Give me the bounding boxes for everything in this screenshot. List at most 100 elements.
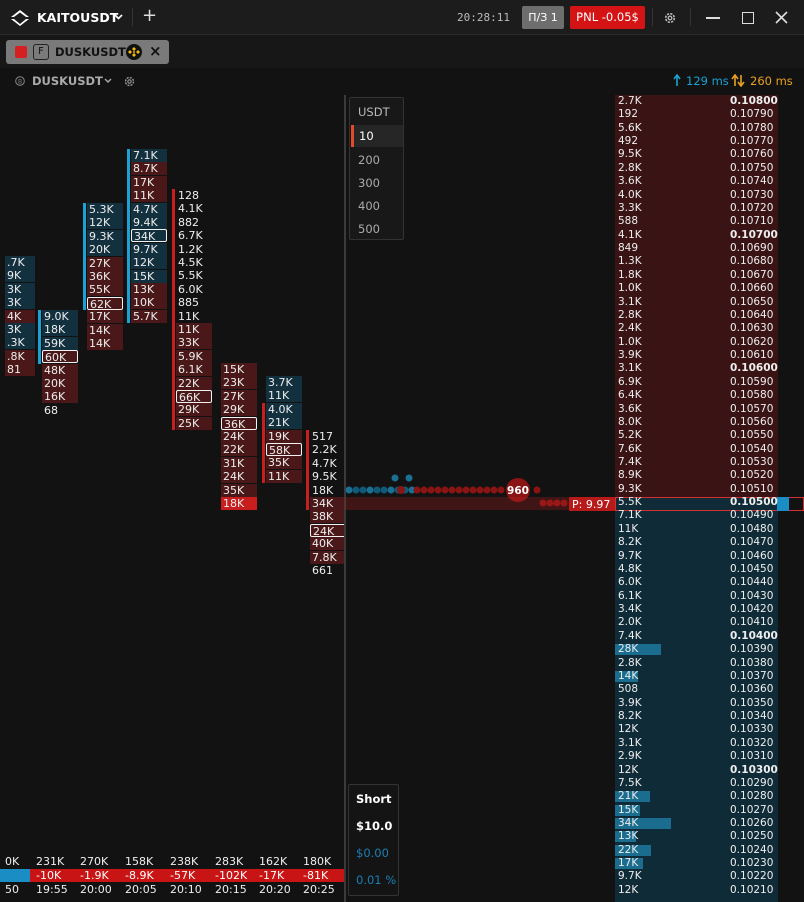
book-size: 3.6K — [618, 175, 642, 188]
tab-duskusdt[interactable]: F DUSKUSDT × — [6, 40, 169, 64]
book-row[interactable]: 14K 0.10370 — [615, 670, 804, 683]
book-row[interactable]: 13K 0.10250 — [615, 830, 804, 843]
cluster-cell: 9.7K — [131, 242, 167, 256]
book-row[interactable]: 2.8K 0.10750 — [615, 162, 804, 175]
book-row[interactable]: 28K 0.10390 — [615, 643, 804, 656]
filter-option-selected[interactable]: 10 — [351, 125, 403, 147]
book-row[interactable]: 849 0.10690 — [615, 242, 804, 255]
cluster-cell: 4.7K — [131, 202, 167, 216]
order-panel[interactable]: Short $10.0 $0.00 0.01 % — [348, 784, 399, 896]
book-row[interactable]: 7.5K 0.10290 — [615, 777, 804, 790]
arrows-updown-icon — [731, 74, 745, 87]
book-size: 5.6K — [618, 121, 642, 134]
book-row[interactable]: 7.4K 0.10530 — [615, 456, 804, 469]
latency-up: 129 ms — [686, 74, 729, 88]
book-row[interactable]: 8.2K 0.10340 — [615, 710, 804, 723]
book-row[interactable]: 22K 0.10240 — [615, 844, 804, 857]
book-row[interactable]: 34K 0.10260 — [615, 817, 804, 830]
filter-option[interactable]: 400 — [358, 199, 380, 213]
book-row[interactable]: 492 0.10770 — [615, 135, 804, 148]
book-row[interactable]: 15K 0.10270 — [615, 804, 804, 817]
book-row[interactable]: 3.1K 0.10320 — [615, 737, 804, 750]
book-row[interactable]: 12K 0.10210 — [615, 884, 804, 897]
book-row[interactable]: 7.4K 0.10400 — [615, 630, 804, 643]
filter-option[interactable]: 500 — [358, 222, 380, 236]
book-price: 0.10290 — [730, 776, 774, 789]
book-row[interactable]: 6.4K 0.10580 — [615, 389, 804, 402]
position-mode-button[interactable]: П/З 1 — [522, 6, 564, 29]
book-row[interactable]: 2.8K 0.10640 — [615, 309, 804, 322]
book-row[interactable]: 8.2K 0.10470 — [615, 536, 804, 549]
book-row[interactable]: 7.6K 0.10540 — [615, 443, 804, 456]
book-row[interactable]: 7.1K 0.10490 — [615, 509, 804, 522]
volume-row: 0K 231K 270K 158K 238K 283K 162K 180K — [0, 855, 345, 868]
tab-close-button[interactable]: × — [149, 42, 162, 60]
trade-filter-dropdown[interactable]: USDT 10 200 300 400 500 — [349, 97, 404, 240]
book-row[interactable]: 3.9K 0.10610 — [615, 349, 804, 362]
book-row[interactable]: 6.0K 0.10440 — [615, 576, 804, 589]
book-row[interactable]: 3.9K 0.10350 — [615, 697, 804, 710]
book-row[interactable]: 8.9K 0.10520 — [615, 469, 804, 482]
book-price: 0.10640 — [730, 308, 774, 321]
book-row[interactable]: 9.3K 0.10510 — [615, 483, 804, 496]
book-row[interactable]: 4.8K 0.10450 — [615, 563, 804, 576]
book-row[interactable]: 3.1K 0.10600 — [615, 362, 804, 375]
book-row[interactable]: 9.5K 0.10760 — [615, 148, 804, 161]
book-price: 0.10590 — [730, 375, 774, 388]
book-row[interactable]: 2.7K 0.10800 — [615, 95, 804, 108]
book-row[interactable]: 192 0.10790 — [615, 108, 804, 121]
book-row[interactable]: 3.6K 0.10570 — [615, 403, 804, 416]
book-size: 2.4K — [618, 322, 642, 335]
symbol-selector[interactable]: KAITOUSDT — [37, 10, 118, 25]
book-row[interactable]: 2.0K 0.10410 — [615, 616, 804, 629]
chevron-down-icon[interactable] — [114, 14, 123, 20]
book-row[interactable]: 1.0K 0.10620 — [615, 336, 804, 349]
gear-icon[interactable] — [663, 11, 677, 25]
book-row[interactable]: 508 0.10360 — [615, 683, 804, 696]
instrument-selector[interactable]: DUSKUSDT — [32, 74, 103, 88]
settings-gear-icon[interactable] — [123, 75, 136, 88]
maximize-icon[interactable] — [742, 12, 754, 24]
minimize-icon[interactable] — [706, 17, 720, 19]
book-row[interactable]: 3.3K 0.10720 — [615, 202, 804, 215]
cluster-cell: 24K — [221, 470, 257, 484]
book-row[interactable]: 2.8K 0.10380 — [615, 657, 804, 670]
book-row[interactable]: 11K 0.10480 — [615, 523, 804, 536]
filter-option[interactable]: 300 — [358, 176, 380, 190]
close-window-icon[interactable] — [775, 11, 788, 24]
book-row[interactable]: 8.0K 0.10560 — [615, 416, 804, 429]
book-row[interactable]: 5.6K 0.10780 — [615, 122, 804, 135]
book-row[interactable]: 588 0.10710 — [615, 215, 804, 228]
book-row[interactable]: 9.7K 0.10460 — [615, 550, 804, 563]
book-row[interactable]: 2.9K 0.10310 — [615, 750, 804, 763]
book-row[interactable]: 3.4K 0.10420 — [615, 603, 804, 616]
book-row[interactable]: 4.1K 0.10700 — [615, 229, 804, 242]
cluster-cell: 36K — [221, 416, 257, 431]
book-size: 7.1K — [618, 509, 642, 522]
book-row[interactable]: 3.6K 0.10740 — [615, 175, 804, 188]
book-row[interactable]: 1.3K 0.10680 — [615, 255, 804, 268]
cluster-chart[interactable]: .7K 9K 3K 3K 4K 3K .3K .8K 81 9.0K 18K 59K 60K 48K 20K… — [0, 95, 345, 902]
book-row[interactable]: 12K 0.10330 — [615, 723, 804, 736]
trade-bubble — [380, 486, 388, 494]
order-amount[interactable]: $10.0 — [356, 819, 392, 833]
book-row[interactable]: 3.1K 0.10650 — [615, 296, 804, 309]
book-size: 21K — [618, 790, 639, 803]
add-tab-button[interactable]: + — [142, 5, 157, 26]
chevron-down-icon[interactable] — [104, 78, 112, 84]
pnl-button[interactable]: PNL -0.05$ — [570, 6, 645, 29]
order-book[interactable]: 2.7K 0.10800 192 0.10790 5.6K 0.10780 492 0.107… — [615, 95, 804, 902]
book-row[interactable]: 9.7K 0.10220 — [615, 870, 804, 883]
book-row[interactable]: 6.9K 0.10590 — [615, 376, 804, 389]
book-row[interactable]: 2.4K 0.10630 — [615, 322, 804, 335]
book-row[interactable]: 1.0K 0.10660 — [615, 282, 804, 295]
book-row[interactable]: 12K 0.10300 — [615, 764, 804, 777]
book-row[interactable]: 4.0K 0.10730 — [615, 189, 804, 202]
book-size: 3.4K — [618, 603, 642, 616]
book-row[interactable]: 17K 0.10230 — [615, 857, 804, 870]
filter-option[interactable]: 200 — [358, 153, 380, 167]
book-row[interactable]: 1.8K 0.10670 — [615, 269, 804, 282]
book-row[interactable]: 21K 0.10280 — [615, 790, 804, 803]
book-row[interactable]: 5.2K 0.10550 — [615, 429, 804, 442]
book-row[interactable]: 6.1K 0.10430 — [615, 590, 804, 603]
